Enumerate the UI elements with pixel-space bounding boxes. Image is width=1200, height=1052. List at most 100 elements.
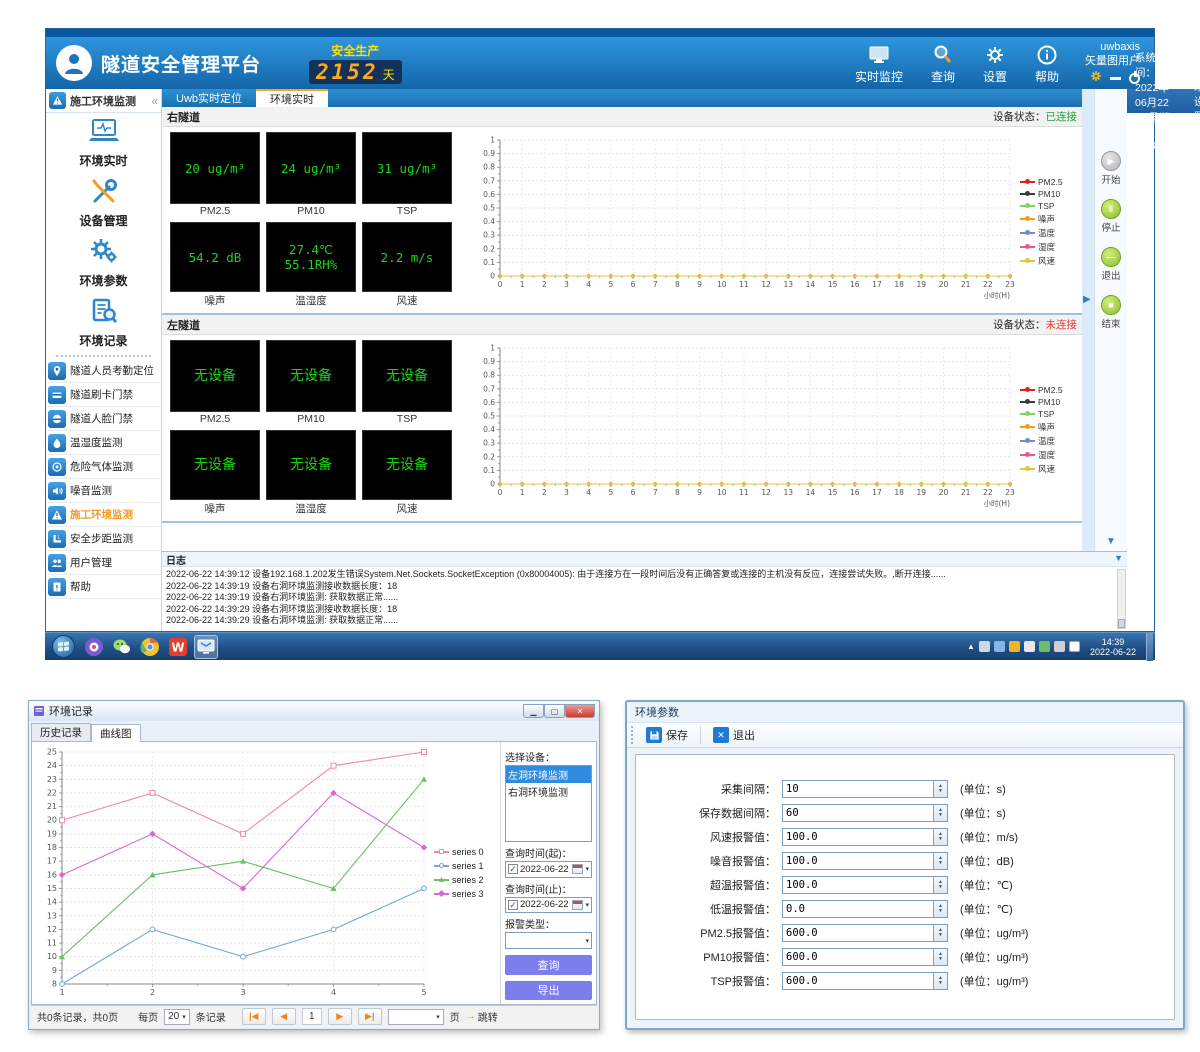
wechat-icon[interactable] xyxy=(110,635,134,659)
pm25-alarm-input[interactable] xyxy=(782,924,934,942)
power-icon[interactable] xyxy=(1129,73,1140,84)
spinner-control[interactable]: ▲▼ xyxy=(934,852,948,870)
per-page-select[interactable]: 20▾ xyxy=(164,1009,190,1025)
last-page-button[interactable]: ▶| xyxy=(358,1008,382,1025)
export-button[interactable]: 导出 xyxy=(505,981,592,1000)
stop-button[interactable]: ‖ 停止 xyxy=(1101,199,1121,234)
spinner-control[interactable]: ▲▼ xyxy=(934,828,948,846)
tab-curve[interactable]: 曲线图 xyxy=(91,724,141,742)
start-button[interactable]: ▶ 开始 xyxy=(1101,151,1121,186)
sidebar-item-env-params[interactable]: 环境参数 xyxy=(46,233,161,293)
wind-alarm-input[interactable] xyxy=(782,828,934,846)
overtemp-alarm-input[interactable] xyxy=(782,876,934,894)
start-button[interactable] xyxy=(52,635,75,658)
save-interval-input[interactable] xyxy=(782,804,934,822)
lowtemp-alarm-input[interactable] xyxy=(782,900,934,918)
menu-realtime-monitor[interactable]: 实时监控 xyxy=(855,42,903,85)
alarm-type-dropdown[interactable]: ▾ xyxy=(505,932,592,949)
taskbar-clock[interactable]: 14:39 2022-06-22 xyxy=(1090,637,1136,657)
spinner-control[interactable]: ▲▼ xyxy=(934,780,948,798)
svg-text:0: 0 xyxy=(490,272,495,281)
menu-help[interactable]: 帮助 xyxy=(1035,42,1059,85)
end-button[interactable]: ■ 结束 xyxy=(1101,295,1121,330)
next-page-button[interactable]: ▶ xyxy=(328,1008,352,1025)
chrome-icon[interactable] xyxy=(138,635,162,659)
tray-icon-safety[interactable] xyxy=(1039,641,1050,652)
calendar-icon[interactable] xyxy=(572,900,583,910)
user-block: uwbaxis 矢量图用户 xyxy=(1085,40,1140,86)
svg-text:9: 9 xyxy=(52,966,57,975)
taskbar-app-icon-1[interactable] xyxy=(82,635,106,659)
start-date-field[interactable]: ✓ 2022-06-22 ▾ xyxy=(505,861,592,877)
sidebar-collapse-icon[interactable]: « xyxy=(151,94,158,108)
spinner-control[interactable]: ▲▼ xyxy=(934,900,948,918)
panel-expander[interactable]: ▶ xyxy=(1082,89,1094,551)
sidebar-item-gas-monitor[interactable]: 危险气体监测 xyxy=(46,455,161,479)
tray-icon-input[interactable] xyxy=(1069,641,1080,652)
dropdown-arrow-icon[interactable]: ▾ xyxy=(585,901,589,909)
sidebar-item-construction-env[interactable]: 施工环境监测 xyxy=(46,503,161,527)
menu-settings[interactable]: 设置 xyxy=(983,42,1007,85)
exit-button[interactable]: — 退出 xyxy=(1101,247,1121,282)
calendar-icon[interactable] xyxy=(572,864,583,874)
close-button[interactable]: ✕ xyxy=(565,704,595,718)
chevron-down-icon[interactable]: ▼ xyxy=(1106,536,1116,547)
checkbox-icon[interactable]: ✓ xyxy=(508,900,518,910)
sidebar-item-temp-humidity[interactable]: 温湿度监测 xyxy=(46,431,161,455)
log-scrollbar[interactable] xyxy=(1117,569,1126,629)
tab-env-realtime[interactable]: 环境实时 xyxy=(256,89,328,107)
form-row: TSP报警值： ▲▼ (单位：ug/m³) xyxy=(636,969,1174,993)
log-collapse-icon[interactable]: ▼ xyxy=(1114,553,1123,563)
noise-alarm-input[interactable] xyxy=(782,852,934,870)
spinner-control[interactable]: ▲▼ xyxy=(934,972,948,990)
wps-icon[interactable]: W xyxy=(166,635,190,659)
sidebar-item-user-manage[interactable]: 用户管理 xyxy=(46,551,161,575)
save-button[interactable]: 保存 xyxy=(640,725,694,745)
sidebar-item-noise-monitor[interactable]: 噪音监测 xyxy=(46,479,161,503)
tab-uwb-location[interactable]: Uwb实时定位 xyxy=(162,89,256,107)
tray-icon-display[interactable] xyxy=(979,641,990,652)
jump-button[interactable]: →跳转 xyxy=(466,1009,498,1024)
tray-icon-update[interactable] xyxy=(994,641,1005,652)
sidebar-item-safety-step[interactable]: L 安全步距监测 xyxy=(46,527,161,551)
sidebar-item-env-realtime[interactable]: 环境实时 xyxy=(46,113,161,173)
exit-button[interactable]: ✕ 退出 xyxy=(707,725,761,745)
user-settings-gear-icon[interactable] xyxy=(1090,70,1102,86)
device-option[interactable]: 左洞环境监测 xyxy=(506,766,591,783)
device-option[interactable]: 右洞环境监测 xyxy=(506,783,591,800)
active-app-icon[interactable] xyxy=(194,635,218,659)
sidebar-item-face-access[interactable]: 隧道人脸门禁 xyxy=(46,407,161,431)
tab-history[interactable]: 历史记录 xyxy=(31,723,91,741)
checkbox-icon[interactable]: ✓ xyxy=(508,864,518,874)
collect-interval-input[interactable] xyxy=(782,780,934,798)
tray-expand-icon[interactable]: ▲ xyxy=(967,642,975,651)
end-date-field[interactable]: ✓ 2022-06-22 ▾ xyxy=(505,897,592,913)
jump-page-input[interactable]: ▾ xyxy=(388,1009,444,1025)
tray-icon-warning[interactable] xyxy=(1009,641,1020,652)
tray-icon-network[interactable] xyxy=(1054,641,1065,652)
device-listbox[interactable]: 左洞环境监测 右洞环境监测 xyxy=(505,765,592,842)
spinner-control[interactable]: ▲▼ xyxy=(934,924,948,942)
records-titlebar[interactable]: 环境记录 ▁ ▢ ✕ xyxy=(29,701,599,721)
prev-page-button[interactable]: ◀ xyxy=(272,1008,296,1025)
show-desktop-button[interactable] xyxy=(1146,633,1153,661)
dropdown-arrow-icon[interactable]: ▾ xyxy=(585,865,589,873)
minimize-button[interactable]: ▁ xyxy=(523,704,544,718)
minimize-icon[interactable] xyxy=(1110,77,1121,80)
params-titlebar[interactable]: 环境参数 xyxy=(627,702,1183,722)
sidebar-item-card-access[interactable]: 隧道刷卡门禁 xyxy=(46,383,161,407)
sidebar-item-device-manage[interactable]: 设备管理 xyxy=(46,173,161,233)
tsp-alarm-input[interactable] xyxy=(782,972,934,990)
tray-icon-volume[interactable] xyxy=(1024,641,1035,652)
query-button[interactable]: 查询 xyxy=(505,955,592,974)
first-page-button[interactable]: |◀ xyxy=(242,1008,266,1025)
menu-query[interactable]: 查询 xyxy=(931,42,955,85)
spinner-control[interactable]: ▲▼ xyxy=(934,948,948,966)
pm10-alarm-input[interactable] xyxy=(782,948,934,966)
sidebar-item-personnel-location[interactable]: 隧道人员考勤定位 xyxy=(46,359,161,383)
sidebar-item-env-records[interactable]: 环境记录 xyxy=(46,293,161,353)
spinner-control[interactable]: ▲▼ xyxy=(934,876,948,894)
maximize-button[interactable]: ▢ xyxy=(544,704,565,718)
sidebar-item-help[interactable]: 帮助 xyxy=(46,575,161,599)
spinner-control[interactable]: ▲▼ xyxy=(934,804,948,822)
